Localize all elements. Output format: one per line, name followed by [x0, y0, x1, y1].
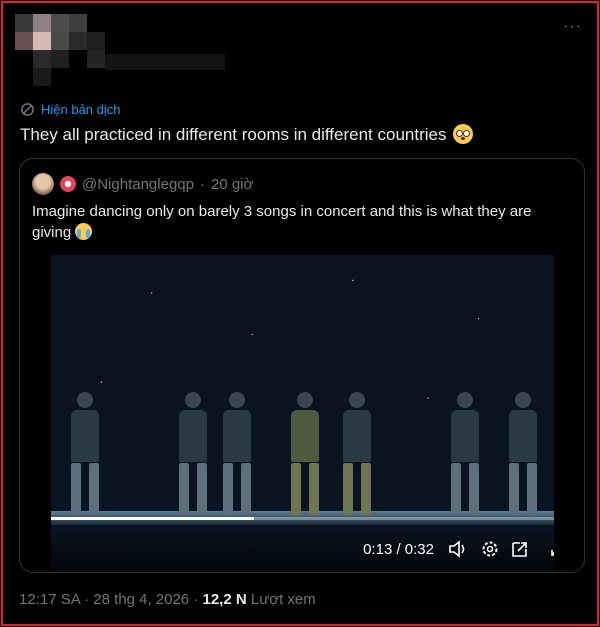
- more-options-icon[interactable]: ···: [563, 18, 582, 36]
- show-translation-label: Hiện bản dịch: [41, 102, 121, 117]
- quoted-author-avatar[interactable]: [32, 173, 54, 195]
- quoted-tweet-text-body: Imagine dancing only on barely 3 songs i…: [32, 203, 532, 241]
- quoted-author-handle[interactable]: @Nightanglegqp: [82, 176, 194, 193]
- loudly-crying-face-emoji: [75, 223, 93, 240]
- tweet-metadata: 12:17 SA · 28 thg 4, 2026 · 12,2 N Lượt …: [19, 591, 316, 608]
- flushed-face-emoji: [453, 124, 474, 144]
- post-date[interactable]: 28 thg 4, 2026: [93, 591, 189, 608]
- video-player[interactable]: 0:13 / 0:32: [51, 255, 554, 572]
- popout-icon[interactable]: [510, 539, 530, 564]
- video-time-display: 0:13 / 0:32: [363, 541, 434, 558]
- dancer-figure: [71, 392, 99, 515]
- dancer-figure: [451, 392, 479, 515]
- translate-icon: [21, 103, 34, 116]
- quoted-tweet-header: @Nightanglegqp · 20 giờ: [32, 173, 253, 195]
- header-separator: ·: [199, 175, 205, 193]
- dancer-figure: [343, 392, 371, 515]
- quoted-tweet-text: Imagine dancing only on barely 3 songs i…: [32, 201, 572, 243]
- meta-separator: ·: [193, 591, 199, 608]
- show-translation-link[interactable]: Hiện bản dịch: [20, 102, 121, 117]
- dancer-figure: [509, 392, 537, 515]
- tweet-text-body: They all practiced in different rooms in…: [20, 125, 447, 144]
- post-time[interactable]: 12:17 SA: [19, 591, 80, 608]
- video-progress-fill: [51, 517, 254, 520]
- video-progress-bar[interactable]: [51, 517, 554, 520]
- dancer-figure: [223, 392, 251, 515]
- author-avatar-blurred[interactable]: [15, 14, 245, 89]
- views-label: Lượt xem: [250, 591, 316, 608]
- affiliate-badge-icon: [60, 176, 76, 192]
- settings-icon[interactable]: [480, 539, 500, 564]
- volume-icon[interactable]: [448, 539, 468, 564]
- dancer-figure: [291, 392, 319, 515]
- views-count: 12,2 N: [202, 591, 247, 608]
- meta-separator: ·: [84, 591, 90, 608]
- dancer-figure: [179, 392, 207, 515]
- tweet-text: They all practiced in different rooms in…: [20, 124, 474, 145]
- fullscreen-icon[interactable]: [550, 539, 554, 562]
- quoted-tweet-age[interactable]: 20 giờ: [211, 176, 253, 193]
- quoted-tweet-card[interactable]: @Nightanglegqp · 20 giờ Imagine dancing …: [19, 158, 585, 573]
- video-controls: 0:13 / 0:32: [51, 527, 554, 572]
